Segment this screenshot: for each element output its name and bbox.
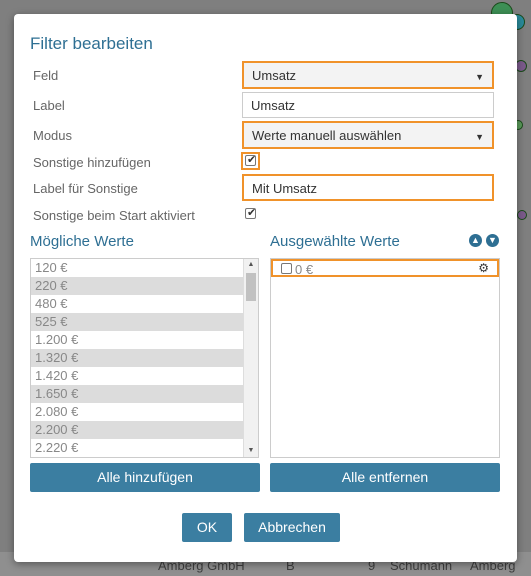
check-icon: ✔ bbox=[247, 154, 257, 166]
list-item[interactable]: 1.420 € bbox=[31, 367, 258, 385]
label-sonstige-label: Label für Sonstige bbox=[33, 181, 138, 196]
add-all-button[interactable]: Alle hinzufügen bbox=[30, 463, 260, 492]
sonstige-checkbox[interactable]: ✔ bbox=[245, 154, 257, 166]
modus-select-value: Werte manuell auswählen bbox=[252, 128, 402, 143]
list-item[interactable]: 2.080 € bbox=[31, 403, 258, 421]
list-item[interactable]: 1.320 € bbox=[31, 349, 258, 367]
feld-select[interactable]: Umsatz ▼ bbox=[242, 61, 494, 89]
remove-all-button[interactable]: Alle entfernen bbox=[270, 463, 500, 492]
selected-values-title: Ausgewählte Werte bbox=[270, 233, 400, 250]
scroll-down-icon[interactable]: ▼ bbox=[244, 445, 258, 457]
chevron-down-icon: ▼ bbox=[475, 132, 484, 142]
sonstige-start-label: Sonstige beim Start aktiviert bbox=[33, 208, 195, 223]
list-scrollbar[interactable]: ▲ ▼ bbox=[243, 259, 258, 457]
list-item[interactable]: 525 € bbox=[31, 313, 258, 331]
selected-item-label: 0 € bbox=[295, 262, 314, 277]
possible-values-title: Mögliche Werte bbox=[30, 233, 134, 250]
move-down-icon[interactable]: ▼ bbox=[486, 234, 499, 247]
sonstige-start-checkbox[interactable]: ✔ bbox=[245, 207, 257, 219]
scrollbar-thumb[interactable] bbox=[246, 273, 256, 301]
selected-item-checkbox[interactable] bbox=[281, 263, 292, 274]
label-input[interactable]: Umsatz bbox=[242, 92, 494, 118]
filter-dialog: Filter bearbeiten Feld Umsatz ▼ Label Um… bbox=[14, 14, 517, 562]
move-up-icon[interactable]: ▲ bbox=[469, 234, 482, 247]
selected-list-item[interactable]: 0 € ⚙ bbox=[271, 259, 499, 277]
list-item[interactable]: 1.200 € bbox=[31, 331, 258, 349]
list-item[interactable]: 2.220 € bbox=[31, 439, 258, 457]
chevron-down-icon: ▼ bbox=[475, 72, 484, 82]
label-sonstige-input[interactable]: Mit Umsatz bbox=[242, 174, 494, 201]
list-item[interactable]: 120 € bbox=[31, 259, 258, 277]
sonstige-label: Sonstige hinzufügen bbox=[33, 155, 151, 170]
label-label: Label bbox=[33, 98, 65, 113]
list-item[interactable]: 480 € bbox=[31, 295, 258, 313]
scroll-up-icon[interactable]: ▲ bbox=[244, 259, 258, 271]
feld-select-value: Umsatz bbox=[252, 68, 297, 83]
check-icon: ✔ bbox=[247, 207, 257, 219]
list-item[interactable]: 220 € bbox=[31, 277, 258, 295]
list-item[interactable]: 1.650 € bbox=[31, 385, 258, 403]
feld-label: Feld bbox=[33, 68, 59, 83]
cancel-button[interactable]: Abbrechen bbox=[244, 513, 340, 542]
list-item[interactable]: 2.200 € bbox=[31, 421, 258, 439]
dialog-title: Filter bearbeiten bbox=[30, 34, 153, 53]
ok-button[interactable]: OK bbox=[182, 513, 232, 542]
possible-values-list[interactable]: 120 € 220 € 480 € 525 € 1.200 € 1.320 € … bbox=[30, 258, 259, 458]
modus-select[interactable]: Werte manuell auswählen ▼ bbox=[242, 121, 494, 149]
modus-label: Modus bbox=[33, 128, 73, 143]
selected-values-list[interactable] bbox=[270, 258, 500, 458]
gear-icon[interactable]: ⚙ bbox=[478, 261, 489, 275]
